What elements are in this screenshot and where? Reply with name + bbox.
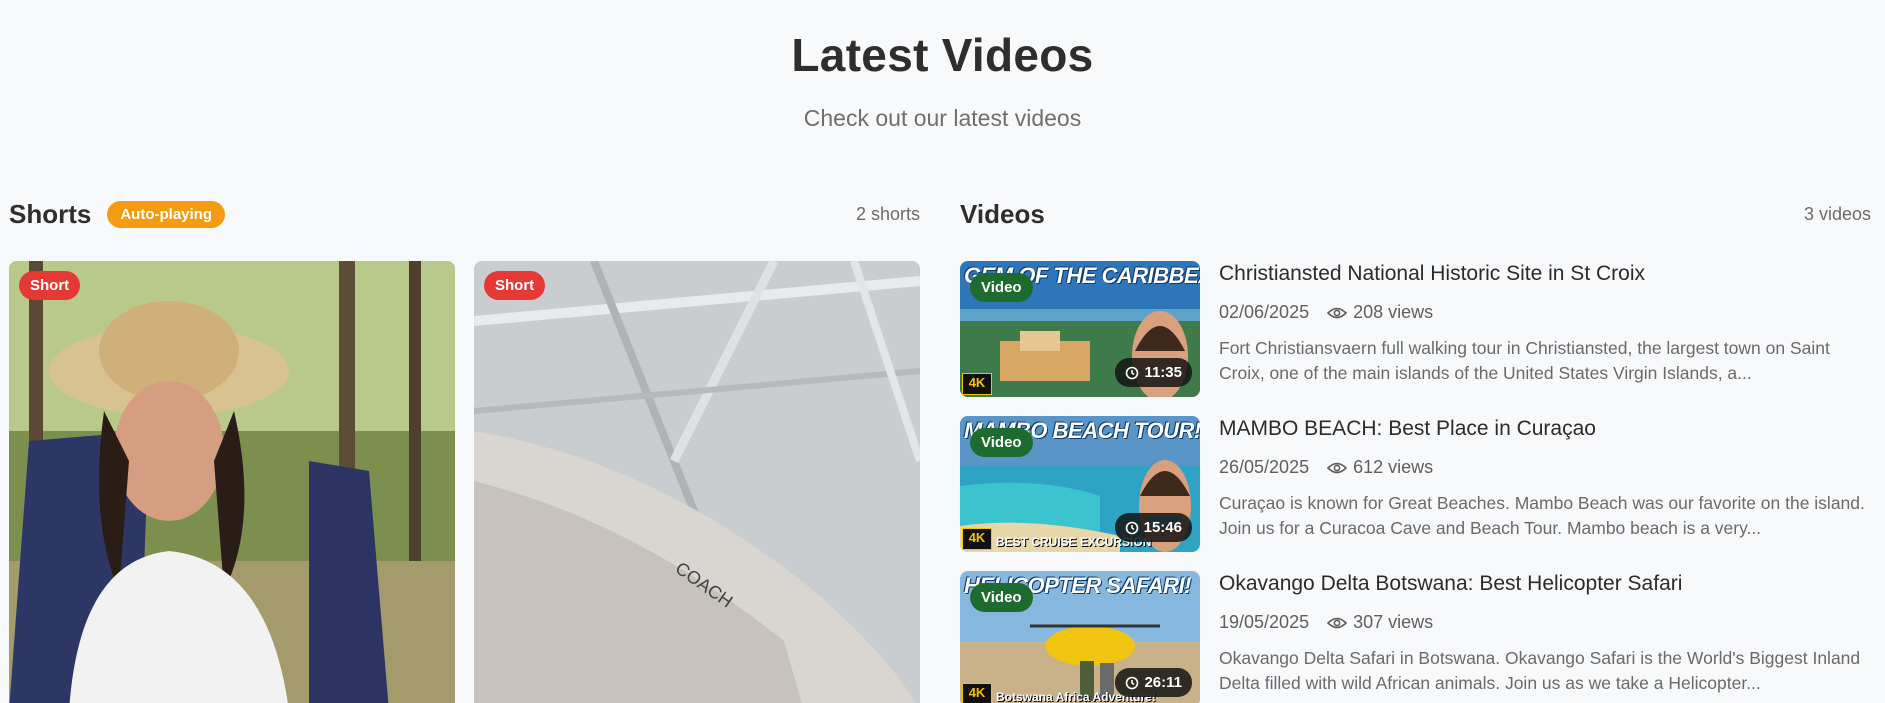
duration-badge: 15:46 [1114,513,1192,542]
clock-icon [1126,676,1139,689]
short-card[interactable]: COACH Short [474,261,920,703]
video-description: Okavango Delta Safari in Botswana. Okava… [1219,648,1861,693]
video-thumbnail[interactable]: GEM OF THE CARIBBEAN! Video 4K 11:35 [960,261,1200,397]
video-info: Okavango Delta Botswana: Best Helicopter… [1219,571,1871,696]
video-badge: Video [970,273,1033,302]
video-meta: 02/06/2025 208 views [1219,302,1871,323]
video-meta: 19/05/2025 307 views [1219,612,1871,633]
eye-icon [1327,462,1348,473]
video-item[interactable]: MAMBO BEACH TOUR! Video 4K BEST CRUISE E… [960,416,1871,552]
videos-title: Videos [960,198,1045,229]
clock-icon [1125,521,1138,534]
shorts-header: Shorts Auto-playing 2 shorts [9,196,920,232]
video-description: Curaçao is known for Great Beaches. Mamb… [1219,493,1865,538]
duration-badge: 11:35 [1115,358,1192,387]
video-item[interactable]: HELICOPTER SAFARI! Video 4K Botswana Afr… [960,571,1871,703]
page-subtitle: Check out our latest videos [803,105,1082,131]
short-badge: Short [19,271,81,300]
video-views: 208 views [1327,302,1433,323]
autoplay-badge: Auto-playing [107,200,225,228]
duration-text: 11:35 [1144,364,1182,381]
page-title: Latest Videos [791,29,1094,81]
eye-icon [1327,307,1348,318]
duration-badge: 26:11 [1115,668,1192,697]
shorts-count: 2 shorts [855,203,920,224]
video-date: 26/05/2025 [1219,457,1310,477]
video-badge: Video [970,583,1033,612]
clock-icon [1126,366,1139,379]
views-text: 612 views [1353,457,1434,477]
short-badge: Short [484,271,546,300]
4k-badge: 4K [962,683,992,703]
video-thumbnail[interactable]: MAMBO BEACH TOUR! Video 4K BEST CRUISE E… [960,416,1200,552]
4k-badge: 4K [962,528,992,550]
video-views: 307 views [1327,612,1433,633]
duration-text: 26:11 [1144,674,1182,691]
views-text: 208 views [1353,302,1434,322]
video-info: Christiansted National Historic Site in … [1219,261,1871,386]
views-text: 307 views [1353,612,1434,632]
video-description: Fort Christiansvaern full walking tour i… [1219,338,1830,383]
video-thumbnail[interactable]: HELICOPTER SAFARI! Video 4K Botswana Afr… [960,571,1200,703]
short-thumbnail [9,261,455,703]
duration-text: 15:46 [1143,519,1182,536]
video-date: 02/06/2025 [1219,302,1310,322]
short-card[interactable]: Short [9,261,455,703]
video-badge: Video [970,428,1033,457]
videos-header: Videos 3 videos [960,196,1871,232]
video-date: 19/05/2025 [1219,612,1310,632]
video-title[interactable]: MAMBO BEACH: Best Place in Curaçao [1219,417,1871,441]
video-info: MAMBO BEACH: Best Place in Curaçao 26/05… [1219,416,1871,541]
video-views: 612 views [1327,457,1433,478]
video-title[interactable]: Okavango Delta Botswana: Best Helicopter… [1219,572,1871,596]
eye-icon [1327,617,1348,628]
4k-badge: 4K [962,373,992,395]
short-thumbnail: COACH [474,261,920,703]
video-meta: 26/05/2025 612 views [1219,457,1871,478]
videos-count: 3 videos [1803,203,1871,224]
shorts-title: Shorts [9,198,92,229]
video-item[interactable]: GEM OF THE CARIBBEAN! Video 4K 11:35 Chr… [960,261,1871,397]
video-title[interactable]: Christiansted National Historic Site in … [1219,262,1871,286]
